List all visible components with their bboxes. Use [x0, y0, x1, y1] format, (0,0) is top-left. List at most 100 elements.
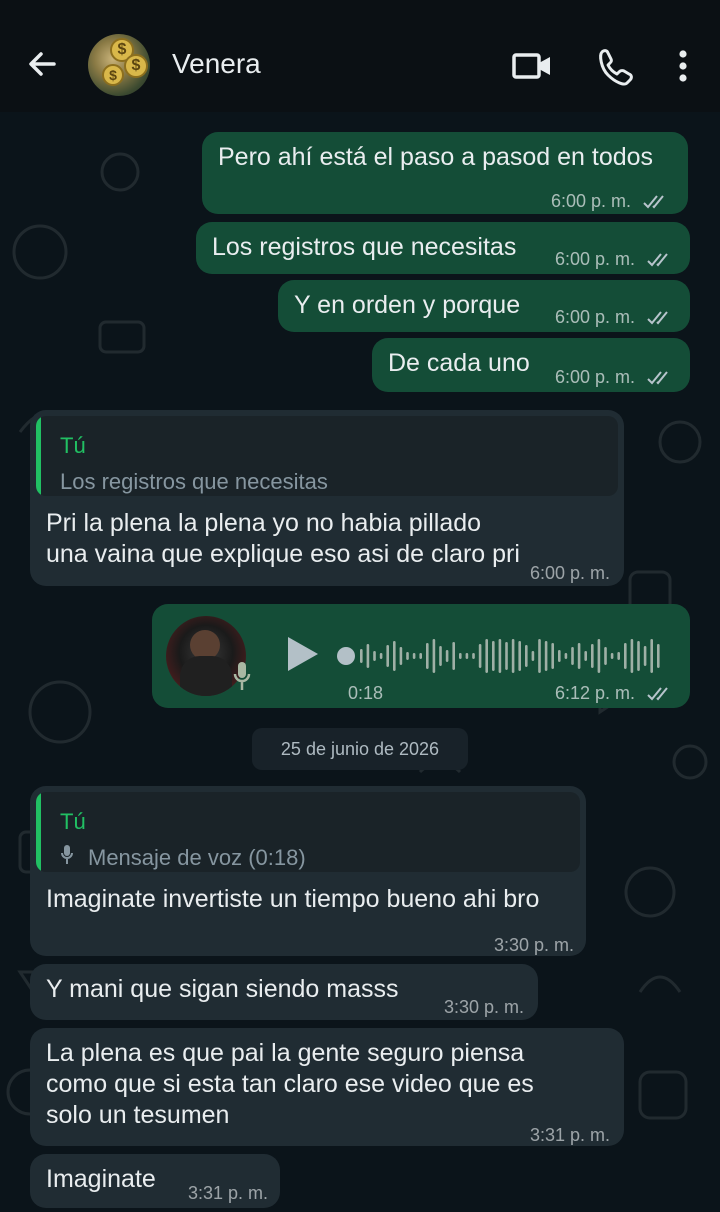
- quote-text: Los registros que necesitas: [60, 469, 328, 494]
- waveform-bar: [478, 644, 482, 668]
- quote-author: Tú: [60, 433, 86, 458]
- waveform-bar: [538, 639, 541, 673]
- quote-author: Tú: [60, 809, 86, 834]
- message-time: 3:31 p. m.: [187, 1183, 268, 1203]
- waveform-bar: [584, 651, 587, 661]
- waveform-bar: [564, 653, 568, 659]
- waveform-bar: [604, 647, 607, 665]
- message-text: Y en orden y porque: [294, 291, 521, 319]
- message-bubble-outgoing[interactable]: Pero ahí está el paso a pasod en todos 6…: [202, 132, 688, 214]
- waveform-bar: [366, 644, 370, 668]
- waveform-bar: [650, 639, 653, 673]
- message-bubble-incoming[interactable]: Y mani que sigan siendo masss 3:30 p. m.: [30, 964, 538, 1020]
- waveform-bar: [379, 653, 383, 659]
- message-bubble-outgoing[interactable]: De cada uno 6:00 p. m.: [372, 338, 690, 392]
- microphone-icon: [61, 845, 73, 864]
- message-text: De cada uno: [388, 349, 530, 377]
- contact-name[interactable]: Venera: [172, 48, 261, 80]
- message-bubble-outgoing[interactable]: Los registros que necesitas 6:00 p. m.: [196, 222, 690, 274]
- waveform-bar: [419, 653, 422, 659]
- waveform-bar: [624, 643, 627, 669]
- read-ticks-icon: [643, 195, 664, 209]
- play-icon[interactable]: [284, 634, 320, 674]
- waveform-bar: [360, 649, 363, 663]
- microphone-icon: [233, 662, 251, 690]
- waveform-bar: [571, 647, 574, 665]
- quote-text: Mensaje de voz (0:18): [88, 845, 306, 870]
- message-time: 3:30 p. m.: [443, 997, 524, 1017]
- waveform-bar: [432, 639, 436, 673]
- waveform-bar: [465, 653, 469, 659]
- video-call-icon[interactable]: [510, 44, 554, 88]
- waveform-bar: [525, 645, 528, 667]
- waveform-bar: [643, 646, 647, 666]
- waveform-bar: [452, 642, 455, 670]
- waveform-bar: [373, 651, 376, 661]
- message-text: Pero ahí está el paso a pasod en todos: [218, 143, 654, 171]
- message-time: 6:00 p. m.: [555, 244, 674, 275]
- waveform-bar: [531, 651, 535, 661]
- message-text: Los registros que necesitas: [212, 233, 517, 261]
- back-arrow-icon[interactable]: [22, 44, 62, 84]
- message-time: 6:00 p. m.: [529, 563, 610, 583]
- waveform-bar: [610, 653, 614, 659]
- waveform-bar: [637, 641, 640, 671]
- waveform-bar: [551, 643, 554, 669]
- message-bubble-incoming[interactable]: Tú Los registros que necesitas Pri la pl…: [30, 410, 624, 586]
- waveform-bar: [426, 643, 429, 669]
- message-time: 6:12 p. m.: [555, 678, 674, 709]
- waveform-bar: [577, 643, 581, 669]
- waveform-bar: [518, 641, 521, 671]
- read-ticks-icon: [647, 687, 668, 701]
- quote-bar: [36, 416, 41, 496]
- waveform-bar: [386, 645, 389, 667]
- message-text: Y mani que sigan siendo masss: [46, 975, 399, 1003]
- message-bubble-incoming[interactable]: La plena es que pai la gente seguro pien…: [30, 1028, 624, 1146]
- waveform-bar: [544, 641, 548, 671]
- voice-message-bubble[interactable]: 0:18 6:12 p. m.: [152, 604, 690, 708]
- quoted-message[interactable]: Tú Mensaje de voz (0:18): [36, 792, 580, 872]
- read-ticks-icon: [647, 371, 668, 385]
- waveform-bar: [485, 639, 488, 673]
- message-time: 3:31 p. m.: [529, 1125, 610, 1145]
- quote-bar: [36, 792, 41, 872]
- waveform-bar: [597, 639, 601, 673]
- message-time: 6:00 p. m.: [555, 362, 674, 393]
- waveform-bar: [558, 650, 561, 662]
- waveform-bar: [412, 653, 416, 659]
- waveform-bar: [511, 639, 515, 673]
- message-text: Imaginate invertiste un tiempo bueno ahi…: [46, 885, 540, 913]
- chat-area[interactable]: Pero ahí está el paso a pasod en todos 6…: [0, 112, 720, 1212]
- waveform-bar: [472, 653, 475, 659]
- message-bubble-incoming[interactable]: Tú Mensaje de voz (0:18) Imaginate inver…: [30, 786, 586, 956]
- voice-waveform[interactable]: [336, 628, 666, 684]
- message-time: 6:00 p. m.: [555, 302, 674, 333]
- waveform-bar: [505, 642, 508, 670]
- message-bubble-incoming[interactable]: Imaginate 3:31 p. m.: [30, 1154, 280, 1208]
- message-time: 6:00 p. m.: [551, 186, 670, 217]
- waveform-bar: [399, 647, 403, 665]
- waveform-bar: [492, 641, 495, 671]
- voice-call-icon[interactable]: [592, 44, 636, 88]
- read-ticks-icon: [647, 311, 668, 325]
- waveform-bar: [439, 646, 442, 666]
- date-separator: 25 de junio de 2026: [252, 728, 468, 770]
- waveform-bar: [657, 644, 660, 668]
- waveform-bar: [498, 639, 502, 673]
- message-text: Imaginate: [46, 1165, 156, 1193]
- contact-avatar[interactable]: $ $ $: [88, 34, 150, 96]
- waveform-bar: [406, 652, 409, 660]
- voice-duration: 0:18: [348, 683, 384, 703]
- waveform-bar: [393, 641, 396, 671]
- message-text: La plena es que pai la gente seguro pien…: [46, 1039, 534, 1129]
- waveform-bar: [445, 650, 449, 662]
- message-text: Pri la plena la plena yo no habia pillad…: [46, 509, 520, 568]
- more-options-icon[interactable]: [662, 44, 706, 88]
- message-bubble-outgoing[interactable]: Y en orden y porque 6:00 p. m.: [278, 280, 690, 332]
- message-time: 3:30 p. m.: [493, 935, 574, 955]
- waveform-bar: [630, 639, 634, 673]
- waveform-bar: [591, 644, 594, 668]
- chat-header: $ $ $ Venera: [0, 0, 720, 112]
- quoted-message[interactable]: Tú Los registros que necesitas: [36, 416, 618, 496]
- waveform-bar: [459, 653, 462, 659]
